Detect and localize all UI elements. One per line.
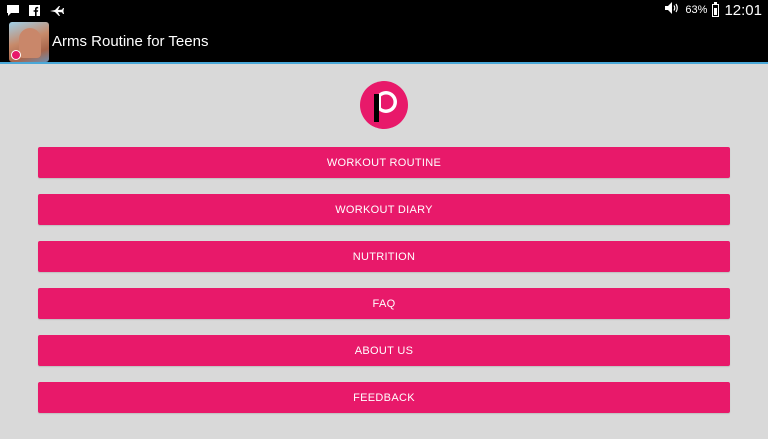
clock: 12:01 <box>724 1 762 19</box>
logo-p-icon <box>360 81 408 129</box>
system-status: 63% 12:01 <box>665 1 762 19</box>
facebook-icon <box>29 3 40 21</box>
app-title: Arms Routine for Teens <box>52 33 209 50</box>
workout-routine-button[interactable]: WORKOUT ROUTINE <box>38 147 730 178</box>
status-bar: 63% 12:01 <box>0 0 768 20</box>
battery-percent: 63% <box>685 4 708 16</box>
feedback-button[interactable]: FEEDBACK <box>38 382 730 413</box>
app-icon-figure <box>19 28 41 58</box>
volume-icon <box>665 1 680 19</box>
faq-button[interactable]: FAQ <box>38 288 730 319</box>
message-icon <box>7 3 19 21</box>
app-icon-badge <box>11 50 21 60</box>
about-us-button[interactable]: ABOUT US <box>38 335 730 366</box>
app-icon[interactable] <box>9 22 49 62</box>
main-menu: WORKOUT ROUTINE WORKOUT DIARY NUTRITION … <box>38 147 730 429</box>
action-bar: Arms Routine for Teens <box>0 20 768 64</box>
battery-icon <box>712 1 720 17</box>
airplane-icon <box>50 3 64 21</box>
notification-icons <box>7 3 64 21</box>
nutrition-button[interactable]: NUTRITION <box>38 241 730 272</box>
workout-diary-button[interactable]: WORKOUT DIARY <box>38 194 730 225</box>
